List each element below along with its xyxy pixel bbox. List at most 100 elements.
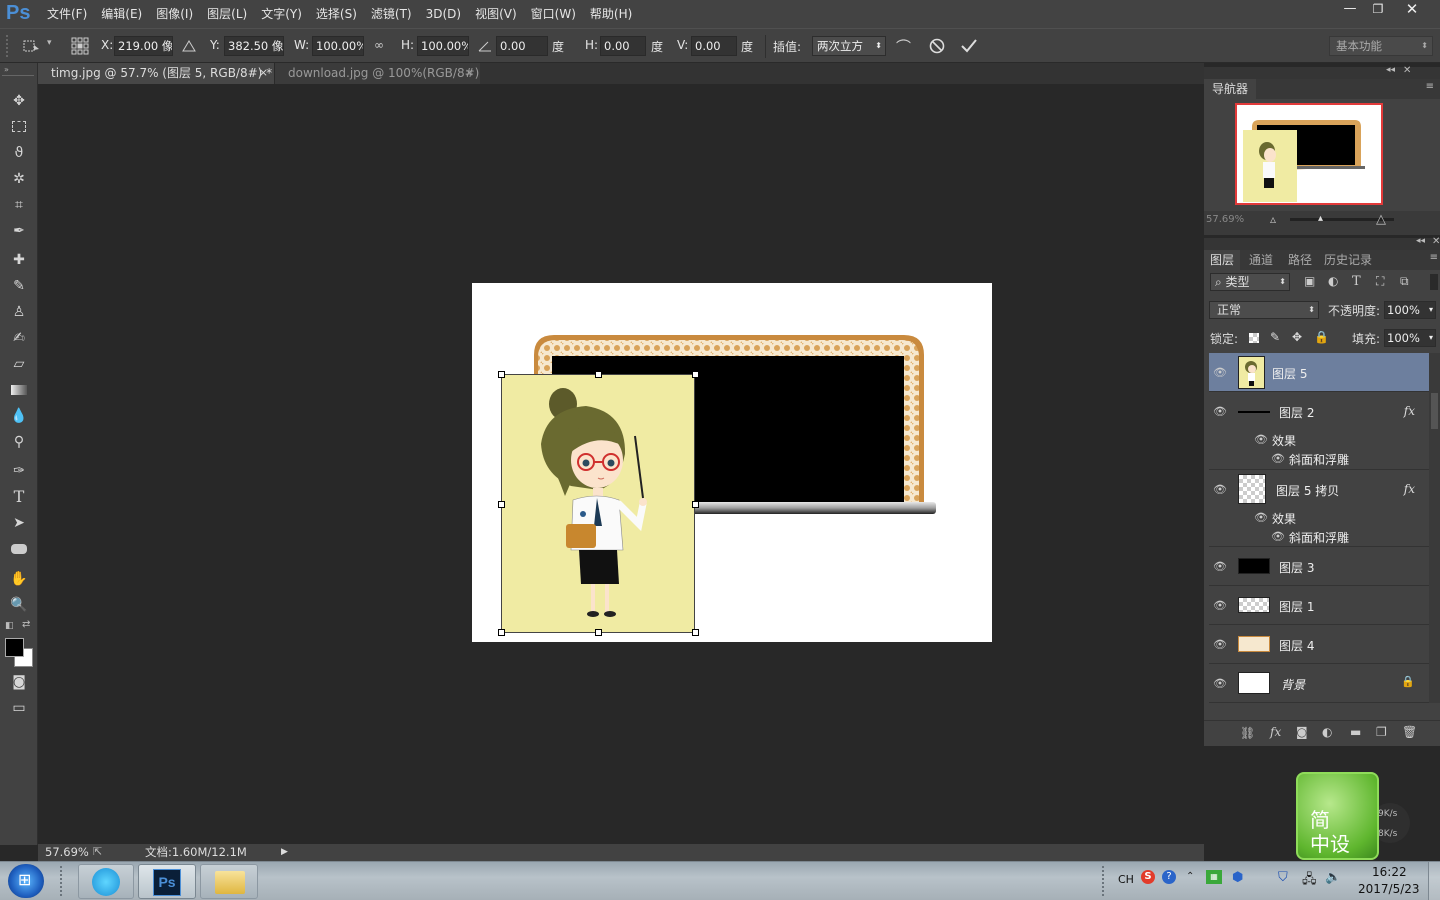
- fill-field[interactable]: 100% ▾: [1384, 329, 1436, 347]
- lock-all-icon[interactable]: 🔒: [1314, 330, 1329, 344]
- vskew-field[interactable]: 0.00: [691, 36, 737, 56]
- tool-preset-arrow-icon[interactable]: ▾: [47, 38, 52, 48]
- transform-handle[interactable]: [498, 371, 505, 378]
- navigator-preview[interactable]: [1235, 103, 1383, 205]
- tab-timg[interactable]: timg.jpg @ 57.7% (图层 5, RGB/8#) * ×: [38, 63, 274, 84]
- tab-history[interactable]: 历史记录: [1324, 250, 1372, 270]
- transform-handle[interactable]: [498, 629, 505, 636]
- close-icon[interactable]: ✕: [1396, 0, 1428, 20]
- scrollbar-thumb[interactable]: [1431, 393, 1438, 429]
- healing-brush-icon[interactable]: ✚: [8, 249, 30, 271]
- swap-colors-icon[interactable]: ⇄: [22, 619, 30, 630]
- zoom-slider-thumb[interactable]: ▴: [1318, 214, 1323, 224]
- warp-icon[interactable]: ⌒: [896, 36, 911, 57]
- tray-app-icon[interactable]: ▦: [1206, 870, 1222, 884]
- filter-type-icon[interactable]: T: [1352, 274, 1361, 289]
- crop-tool-icon[interactable]: ⌗: [8, 194, 30, 216]
- jianzhongshe-widget[interactable]: 简 中设: [1296, 772, 1379, 860]
- taskbar-app-explorer[interactable]: [200, 864, 258, 899]
- angle-field[interactable]: 0.00: [496, 36, 548, 56]
- eraser-tool-icon[interactable]: ▱: [8, 353, 30, 375]
- export-icon[interactable]: ⇱: [93, 844, 102, 860]
- effects-eye-icon[interactable]: 👁: [1254, 434, 1268, 446]
- panel-menu-icon[interactable]: ≡: [1426, 81, 1434, 92]
- filter-toggle[interactable]: [1430, 274, 1438, 290]
- transform-handle[interactable]: [595, 629, 602, 636]
- tray-cube-icon[interactable]: ⬢: [1232, 870, 1243, 885]
- layer-name[interactable]: 图层 2: [1279, 404, 1314, 421]
- menu-layer[interactable]: 图层(L): [200, 0, 254, 28]
- collapse-icon[interactable]: ◂◂: [1386, 65, 1395, 75]
- clock-date[interactable]: 2017/5/23: [1358, 882, 1420, 896]
- sogou-ime-icon[interactable]: S: [1141, 870, 1155, 884]
- tab-channels[interactable]: 通道: [1249, 250, 1273, 270]
- w-field[interactable]: 100.00%: [312, 36, 364, 56]
- shape-tool-icon[interactable]: [8, 538, 30, 560]
- zoom-level[interactable]: 57.69%: [45, 844, 89, 860]
- layer-name[interactable]: 图层 4: [1279, 637, 1314, 654]
- zoom-out-icon[interactable]: ▵: [1270, 212, 1276, 226]
- effect-name[interactable]: 斜面和浮雕: [1289, 451, 1349, 468]
- foreground-color-swatch[interactable]: [5, 638, 24, 657]
- menu-help[interactable]: 帮助(H): [583, 0, 639, 28]
- filter-shape-icon[interactable]: ⛶: [1376, 274, 1384, 289]
- menu-select[interactable]: 选择(S): [309, 0, 364, 28]
- visibility-eye-icon[interactable]: 👁: [1213, 367, 1227, 379]
- layer-name[interactable]: 图层 5: [1272, 365, 1307, 382]
- marquee-tool-icon[interactable]: [8, 116, 30, 138]
- tab-download[interactable]: download.jpg @ 100%(RGB/8#) ×: [274, 63, 480, 84]
- effects-eye-icon[interactable]: 👁: [1254, 512, 1268, 524]
- transform-handle[interactable]: [692, 501, 699, 508]
- layer-name[interactable]: 图层 5 拷贝: [1276, 482, 1339, 499]
- visibility-eye-icon[interactable]: 👁: [1213, 678, 1227, 690]
- blur-tool-icon[interactable]: 💧: [8, 405, 30, 427]
- effect-eye-icon[interactable]: 👁: [1271, 531, 1285, 543]
- menu-3d[interactable]: 3D(D): [419, 0, 468, 28]
- volume-icon[interactable]: 🔈: [1325, 870, 1341, 885]
- link-layers-icon[interactable]: ⛓: [1240, 726, 1255, 740]
- navigator-zoom[interactable]: 57.69%: [1206, 214, 1244, 225]
- reference-point-icon[interactable]: [71, 37, 89, 55]
- menu-image[interactable]: 图像(I): [149, 0, 200, 28]
- clone-stamp-icon[interactable]: ♙: [8, 301, 30, 323]
- menu-type[interactable]: 文字(Y): [254, 0, 309, 28]
- new-layer-icon[interactable]: ❐: [1376, 725, 1387, 739]
- status-menu-arrow-icon[interactable]: ▶: [281, 844, 288, 860]
- taskbar-app-photoshop[interactable]: Ps: [138, 864, 196, 899]
- quick-mask-icon[interactable]: ◙: [8, 671, 30, 693]
- visibility-eye-icon[interactable]: 👁: [1213, 600, 1227, 612]
- layer-row[interactable]: 👁 图层 2 fx 👁 效果 👁 斜面和浮雕: [1209, 392, 1429, 470]
- default-colors-icon[interactable]: ◧: [5, 621, 14, 631]
- visibility-eye-icon[interactable]: 👁: [1213, 406, 1227, 418]
- filter-adjustment-icon[interactable]: ◐: [1328, 274, 1338, 288]
- delete-layer-icon[interactable]: 🗑: [1402, 725, 1417, 739]
- transform-handle[interactable]: [498, 501, 505, 508]
- document-canvas[interactable]: [472, 283, 992, 642]
- ime-indicator[interactable]: CH: [1118, 873, 1134, 886]
- interp-select[interactable]: 两次立方 ⬍: [812, 36, 886, 56]
- path-selection-icon[interactable]: ➤: [8, 512, 30, 534]
- menu-filter[interactable]: 滤镜(T): [364, 0, 419, 28]
- security-shield-icon[interactable]: ⛉: [1278, 870, 1288, 885]
- layer-row[interactable]: 👁 图层 5: [1209, 353, 1429, 392]
- new-group-icon[interactable]: ▬: [1350, 725, 1361, 739]
- collapse-icon[interactable]: ◂◂: [1416, 236, 1425, 246]
- visibility-eye-icon[interactable]: 👁: [1213, 561, 1227, 573]
- move-transform-icon[interactable]: [22, 37, 42, 55]
- move-tool-icon[interactable]: ✥: [8, 90, 30, 112]
- layer-name[interactable]: 图层 1: [1279, 598, 1314, 615]
- pen-tool-icon[interactable]: ✑: [8, 460, 30, 482]
- dodge-tool-icon[interactable]: ⚲: [8, 431, 30, 453]
- layer-row[interactable]: 👁 图层 3: [1209, 547, 1429, 586]
- menu-file[interactable]: 文件(F): [40, 0, 94, 28]
- tray-expand-icon[interactable]: ⌃: [1186, 871, 1194, 882]
- transform-handle[interactable]: [595, 371, 602, 378]
- start-button[interactable]: ⊞: [8, 864, 44, 898]
- y-field[interactable]: 382.50 像素: [224, 36, 284, 56]
- lock-transparency-icon[interactable]: [1249, 333, 1259, 343]
- close-panel-icon[interactable]: ✕: [1432, 236, 1440, 247]
- menu-edit[interactable]: 编辑(E): [94, 0, 149, 28]
- eyedropper-icon[interactable]: ✒: [8, 220, 30, 242]
- hskew-field[interactable]: 0.00: [600, 36, 646, 56]
- lock-position-icon[interactable]: ✥: [1292, 330, 1302, 344]
